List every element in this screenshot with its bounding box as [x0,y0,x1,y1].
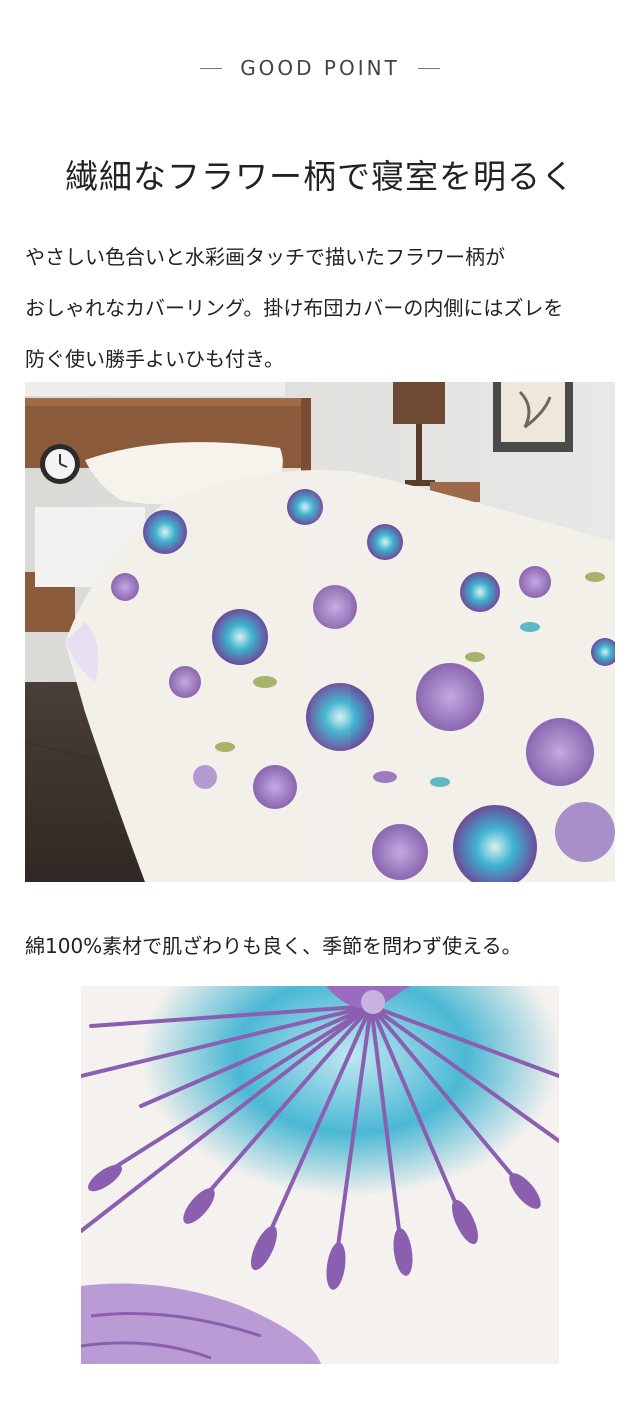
description-line-2: おしゃれなカバーリング。掛け布団カバーの内側にはズレを [25,296,564,320]
fabric-closeup-illustration [81,986,559,1364]
feature-description: やさしい色合いと水彩画タッチで描いたフラワー柄が おしゃれなカバーリング。掛け布… [25,232,625,385]
bedroom-illustration [25,382,615,882]
fabric-closeup-photo [81,986,559,1364]
bedroom-photo [25,382,615,882]
product-feature-page: GOOD POINT 繊細なフラワー柄で寝室を明るく やさしい色合いと水彩画タッ… [0,0,640,1407]
eyebrow-right-dash [417,67,440,69]
section-eyebrow: GOOD POINT [0,56,640,80]
description-line-1: やさしい色合いと水彩画タッチで描いたフラワー柄が [25,245,505,269]
eyebrow-label: GOOD POINT [240,56,400,80]
section-headline: 繊細なフラワー柄で寝室を明るく [65,157,575,196]
fabric-detail-text: 綿100%素材で肌ざわりも良く、季節を問わず使える。 [25,934,522,958]
description-line-3: 防ぐ使い勝手よいひも付き。 [25,347,284,371]
eyebrow-left-dash [200,67,223,69]
